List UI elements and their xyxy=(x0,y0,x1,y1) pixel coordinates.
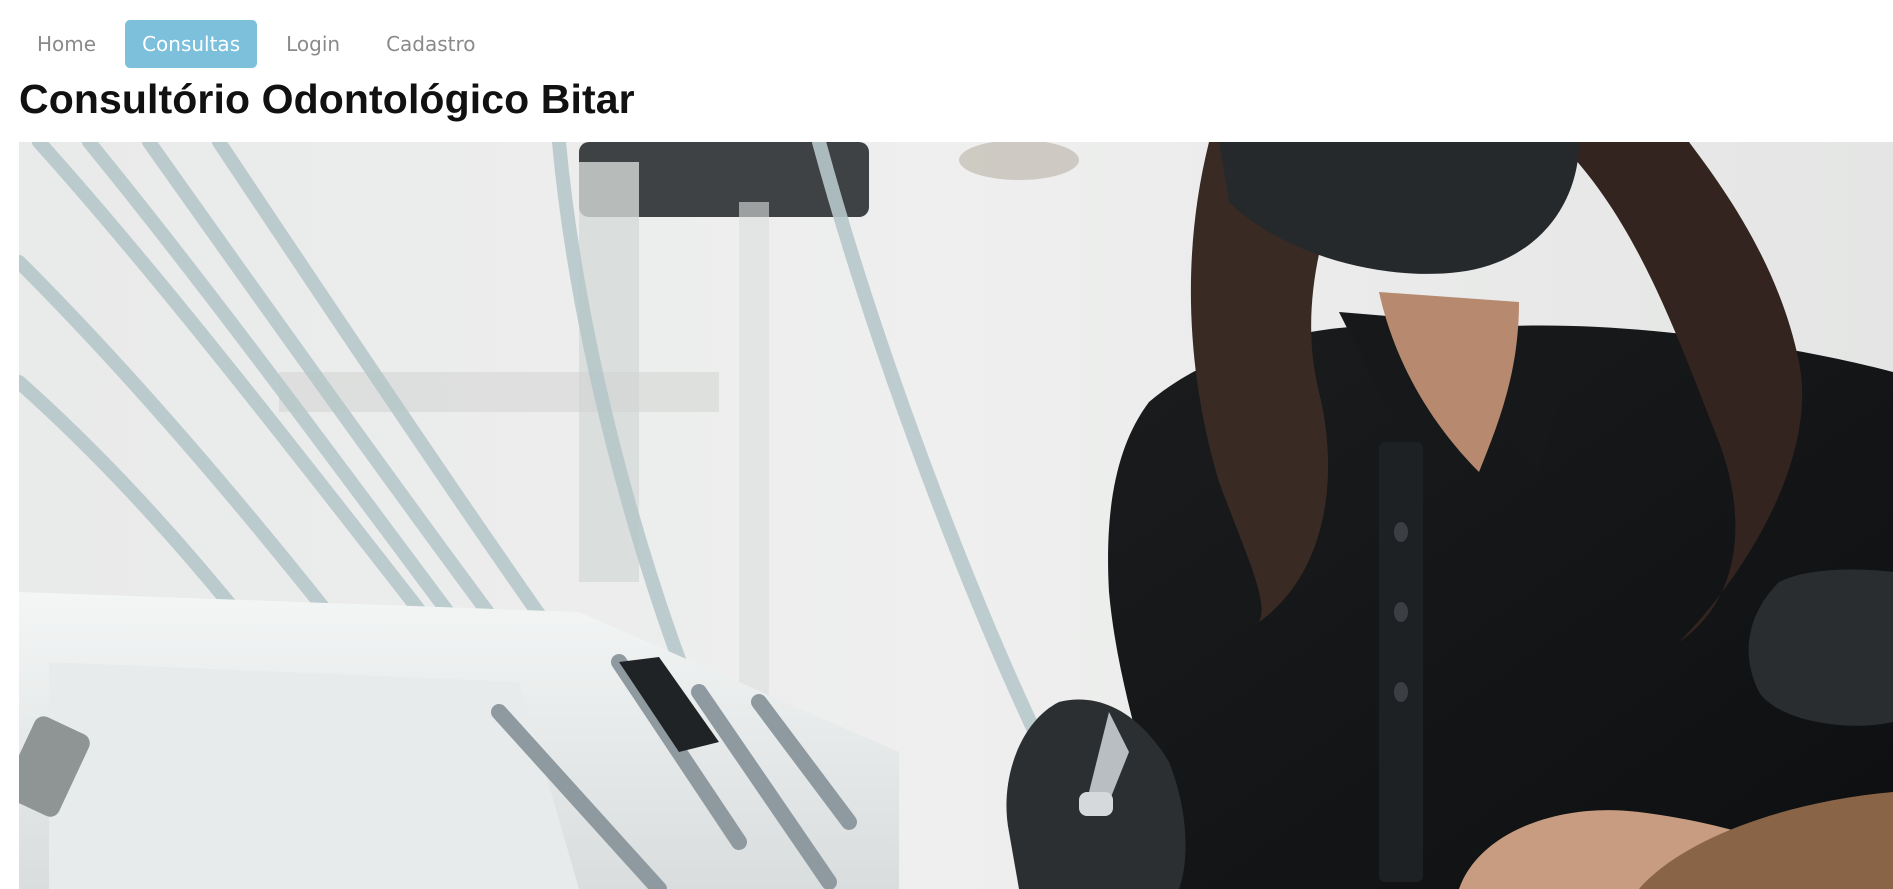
dentist-photo-icon xyxy=(19,142,1893,889)
hero-image xyxy=(19,142,1893,889)
nav-login-link[interactable]: Login xyxy=(269,20,357,68)
nav-cadastro-link[interactable]: Cadastro xyxy=(369,20,492,68)
nav-consultas-link[interactable]: Consultas xyxy=(125,20,258,68)
page-title: Consultório Odontológico Bitar xyxy=(19,76,635,122)
nav-home-link[interactable]: Home xyxy=(20,20,113,68)
top-nav: Home Consultas Login Cadastro xyxy=(20,20,505,68)
